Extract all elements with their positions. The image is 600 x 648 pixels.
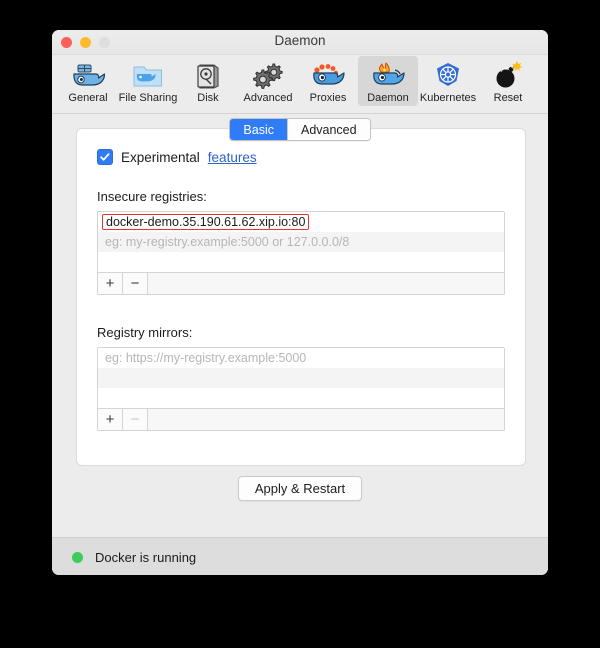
toolbar-item-daemon[interactable]: Daemon [358, 56, 418, 106]
footer-filler [148, 409, 504, 430]
daemon-preferences-window: Daemon General File Sharing Disk Advance… [52, 30, 548, 575]
add-insecure-registry-button[interactable]: + [98, 273, 123, 294]
tab-advanced[interactable]: Advanced [286, 119, 370, 140]
tab-basic[interactable]: Basic [230, 119, 287, 140]
hard-disk-icon [194, 59, 222, 91]
mirror-empty-row [102, 377, 108, 379]
toolbar-item-label: Proxies [309, 92, 347, 104]
toolbar-item-label: General [68, 92, 108, 104]
toolbar-item-label: Advanced [243, 92, 293, 104]
list-item[interactable]: eg: my-registry.example:5000 or 127.0.0.… [98, 232, 504, 252]
toolbar-item-general[interactable]: General [58, 56, 118, 106]
experimental-features-row: Experimental features [97, 149, 505, 165]
toolbar-item-kubernetes[interactable]: Kubernetes [418, 56, 478, 106]
insecure-registries-label: Insecure registries: [97, 189, 207, 204]
insecure-registries-footer: + − [98, 272, 504, 294]
remove-insecure-registry-button[interactable]: − [123, 273, 148, 294]
folder-whale-icon [132, 59, 164, 91]
experimental-checkbox[interactable] [97, 149, 113, 165]
list-item[interactable] [98, 368, 504, 388]
docker-whale-icon [71, 59, 105, 91]
toolbar-item-proxies[interactable]: Proxies [298, 56, 358, 106]
whale-headband-icon [311, 59, 345, 91]
footer-filler [148, 273, 504, 294]
insecure-registries-listbox: docker-demo.35.190.61.62.xip.io:80 eg: m… [97, 211, 505, 295]
status-text: Docker is running [95, 549, 197, 565]
remove-registry-mirror-button: − [123, 409, 148, 430]
window-body: Basic Advanced Experimental features Ins… [52, 114, 548, 575]
registry-mirrors-label: Registry mirrors: [97, 325, 193, 340]
list-item[interactable] [98, 388, 504, 408]
toolbar-item-label: File Sharing [118, 92, 178, 104]
toolbar-items: General File Sharing Disk Advanced Proxi… [58, 56, 478, 106]
screenshot-root: Daemon General File Sharing Disk Advance… [0, 0, 600, 648]
registry-value[interactable]: docker-demo.35.190.61.62.xip.io:80 [102, 214, 310, 230]
registry-mirrors-listbox: eg: https://my-registry.example:5000 + − [97, 347, 505, 431]
toolbar-item-disk[interactable]: Disk [178, 56, 238, 106]
bomb-icon [493, 59, 523, 91]
mirror-empty-row [102, 397, 108, 399]
toolbar-item-label: Disk [197, 92, 219, 104]
apply-and-restart-button[interactable]: Apply & Restart [237, 476, 363, 501]
status-indicator-icon [72, 551, 83, 563]
add-registry-mirror-button[interactable]: + [98, 409, 123, 430]
list-item[interactable] [98, 252, 504, 272]
toolbar-item-reset[interactable]: Reset [478, 56, 538, 106]
gears-icon [252, 59, 284, 91]
toolbar-item-label: Kubernetes [419, 92, 477, 104]
kubernetes-helm-icon [433, 59, 463, 91]
registry-placeholder: eg: my-registry.example:5000 or 127.0.0.… [105, 235, 350, 249]
status-bar: Docker is running [52, 537, 548, 575]
registry-empty-row [102, 261, 108, 263]
experimental-label: Experimental [121, 149, 200, 165]
window-title: Daemon [274, 33, 326, 48]
settings-panel: Experimental features Insecure registrie… [76, 128, 526, 466]
tab-bar: Basic Advanced [52, 118, 548, 141]
mirror-placeholder: eg: https://my-registry.example:5000 [105, 351, 307, 365]
toolbar-item-label: Daemon [367, 92, 409, 104]
toolbar-item-advanced[interactable]: Advanced [238, 56, 298, 106]
title-bar: Daemon [52, 30, 548, 55]
whale-flame-icon [371, 59, 405, 91]
list-item[interactable]: eg: https://my-registry.example:5000 [98, 348, 504, 368]
features-link[interactable]: features [208, 150, 257, 165]
toolbar-item-file-sharing[interactable]: File Sharing [118, 56, 178, 106]
reset-label: Reset [493, 92, 523, 104]
registry-mirrors-footer: + − [98, 408, 504, 430]
toolbar: General File Sharing Disk Advanced Proxi… [52, 55, 548, 114]
apply-button-container: Apply & Restart [52, 476, 548, 501]
list-item[interactable]: docker-demo.35.190.61.62.xip.io:80 [98, 212, 504, 232]
